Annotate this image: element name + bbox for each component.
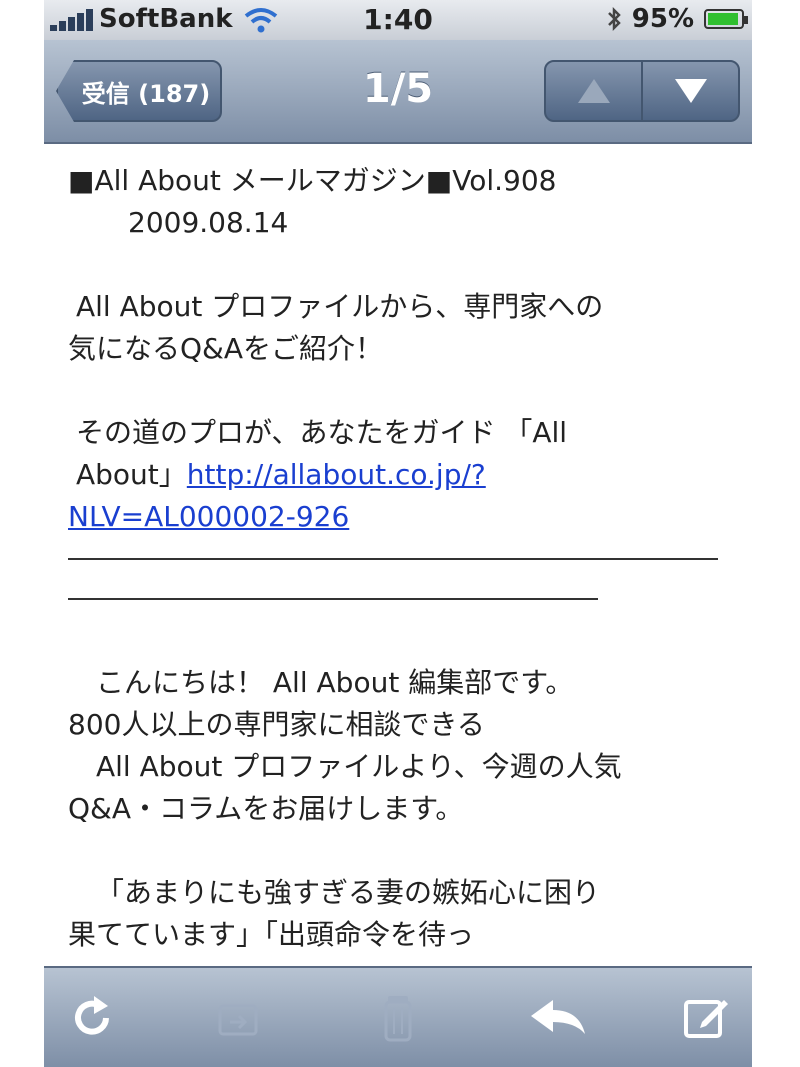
phone-screen: SoftBank 1:40 95% 受信 (187) 1/5 ■All Abou… xyxy=(44,0,752,1067)
compose-icon xyxy=(684,1000,728,1038)
greeting-line-1: こんにちは！ All About 編集部です。 xyxy=(96,666,574,699)
guide-line-2: About」http://allabout.co.jp/? xyxy=(68,454,728,496)
previous-message-button[interactable] xyxy=(546,62,641,120)
divider-line-short xyxy=(68,598,598,600)
delete-button[interactable] xyxy=(370,990,426,1046)
status-right: 95% xyxy=(606,4,748,34)
mail-heading: ■All About メールマガジン■Vol.908 xyxy=(68,164,557,197)
status-bar: SoftBank 1:40 95% xyxy=(44,0,752,40)
divider-line xyxy=(68,558,718,560)
greeting-line-3: All About プロファイルより、今週の人気 xyxy=(96,750,622,783)
arrow-down-icon xyxy=(674,79,707,103)
guide-line-1: その道のプロが、あなたをガイド 「All xyxy=(76,416,568,449)
next-message-button[interactable] xyxy=(641,62,738,120)
arrow-up-icon xyxy=(577,79,610,103)
question-line-2: 果てています」「出頭命令を待っ xyxy=(68,918,475,951)
intro-line-2: 気になるQ&Aをご紹介！ xyxy=(68,332,384,365)
question-line-1: 「あまりにも強すぎる妻の嫉妬心に困り xyxy=(96,876,601,909)
reply-button[interactable] xyxy=(524,990,594,1046)
refresh-button[interactable] xyxy=(64,990,120,1046)
greeting-line-2: 800人以上の専門家に相談できる xyxy=(68,708,485,741)
move-folder-icon xyxy=(218,1004,258,1036)
bottom-toolbar xyxy=(44,966,752,1067)
allabout-link[interactable]: http://allabout.co.jp/? xyxy=(187,458,486,491)
allabout-link-continued[interactable]: NLV=AL000002-926 xyxy=(68,500,349,533)
greeting-line-4: Q&A・コラムをお届けします。 xyxy=(68,792,464,825)
battery-icon xyxy=(704,9,748,29)
refresh-icon xyxy=(75,996,109,1035)
mail-body: ■All About メールマガジン■Vol.908 2009.08.14 Al… xyxy=(68,160,728,966)
message-nav-control xyxy=(544,60,740,122)
mail-date: 2009.08.14 xyxy=(128,206,289,239)
battery-fill xyxy=(708,13,739,25)
reply-icon xyxy=(531,1000,585,1034)
link-line-2: NLV=AL000002-926 xyxy=(68,496,728,538)
battery-percent: 95% xyxy=(631,4,694,34)
trash-icon xyxy=(384,996,412,1042)
guide-about-text: About」 xyxy=(76,458,187,491)
move-folder-button[interactable] xyxy=(210,990,266,1046)
compose-button[interactable] xyxy=(678,990,734,1046)
intro-line-1: All About プロファイルから、専門家への xyxy=(76,290,604,323)
bluetooth-icon xyxy=(607,6,621,32)
nav-bar: 受信 (187) 1/5 xyxy=(44,40,752,144)
